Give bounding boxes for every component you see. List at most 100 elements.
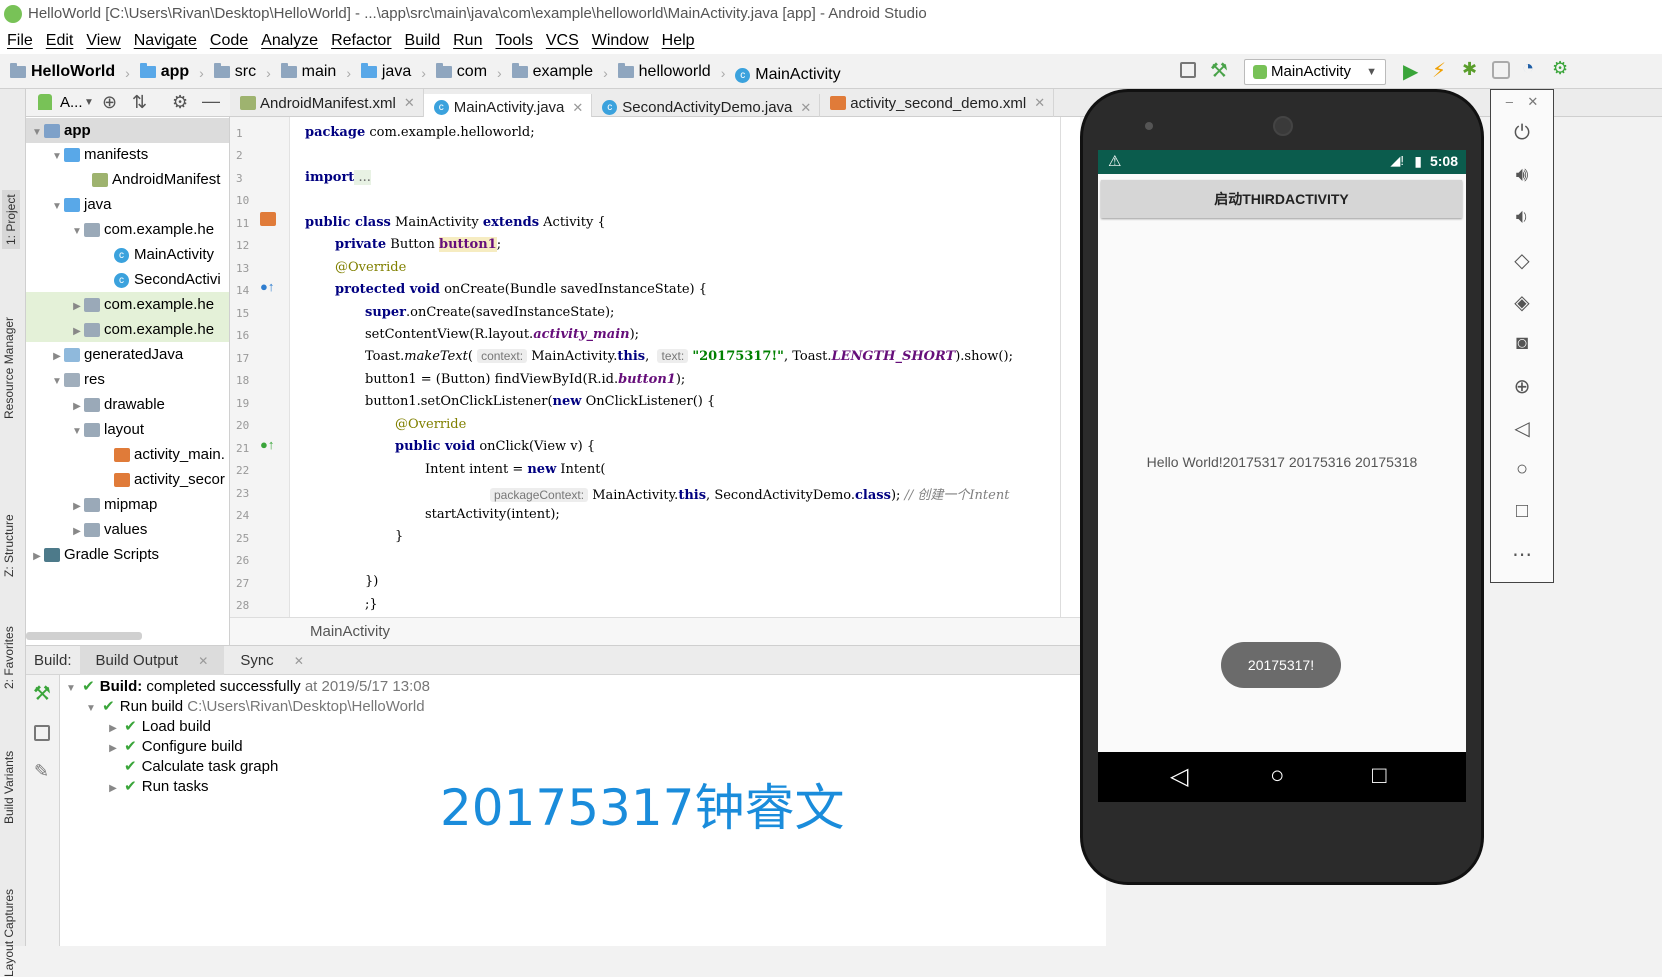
- tab-build-variants[interactable]: Build Variants: [2, 751, 16, 824]
- build-row[interactable]: ▼ ✔ Build: completed successfully at 2019…: [64, 677, 430, 699]
- rotate-left-icon[interactable]: ◇: [1491, 248, 1553, 273]
- breadcrumb-app[interactable]: app: [139, 54, 189, 89]
- expand-arrow-icon[interactable]: ▼: [84, 699, 98, 719]
- run-configuration-dropdown[interactable]: MainActivity ▼: [1244, 59, 1386, 85]
- breadcrumb-example[interactable]: example: [511, 54, 593, 89]
- tab-build-output[interactable]: Build Output ✕: [79, 646, 225, 676]
- tree-item-gradle-scripts[interactable]: ▶ Gradle Scripts: [26, 542, 229, 567]
- tab-favorites[interactable]: 2: Favorites: [2, 626, 16, 689]
- menu-help[interactable]: Help: [655, 28, 701, 54]
- implement-marker-icon[interactable]: ●↑: [260, 437, 274, 452]
- zoom-icon[interactable]: ⊕: [1491, 374, 1553, 399]
- start-third-activity-button[interactable]: 启动THIRDACTIVITY: [1101, 180, 1462, 218]
- menu-build[interactable]: Build: [398, 28, 447, 54]
- toggle-view-icon[interactable]: [34, 725, 50, 741]
- tree-item-activity-second[interactable]: activity_secor: [26, 467, 229, 492]
- menu-tools[interactable]: Tools: [488, 28, 538, 54]
- tree-item-layout[interactable]: ▼ layout: [26, 417, 229, 442]
- breadcrumb-project[interactable]: HelloWorld: [10, 54, 115, 89]
- pin-icon[interactable]: ✎: [34, 761, 49, 782]
- build-row[interactable]: ▶ ✔ Run tasks: [106, 777, 208, 799]
- menu-edit[interactable]: Edit: [39, 28, 80, 54]
- menu-code[interactable]: Code: [203, 28, 254, 54]
- override-marker-icon[interactable]: ●↑: [260, 279, 274, 294]
- editor-breadcrumb[interactable]: MainActivity: [310, 623, 390, 640]
- tree-item-res[interactable]: ▼ res: [26, 367, 229, 392]
- breadcrumb-java[interactable]: java: [360, 54, 411, 89]
- horizontal-scrollbar[interactable]: [26, 632, 142, 640]
- breadcrumb-com[interactable]: com: [435, 54, 487, 89]
- home-icon[interactable]: ○: [1491, 458, 1553, 481]
- apply-changes-icon[interactable]: ⚡: [1432, 58, 1446, 83]
- expand-arrow-icon[interactable]: ▼: [70, 419, 84, 442]
- breadcrumb-helloworld[interactable]: helloworld: [617, 54, 711, 89]
- debug-icon[interactable]: ✱: [1462, 59, 1477, 80]
- tree-item-mipmap[interactable]: ▶ mipmap: [26, 492, 229, 517]
- rotate-right-icon[interactable]: ◈: [1491, 290, 1553, 315]
- expand-arrow-icon[interactable]: ▶: [70, 319, 84, 342]
- tree-item-mainactivity[interactable]: c MainActivity: [26, 242, 229, 267]
- camera-icon[interactable]: ◙: [1491, 332, 1553, 355]
- run-icon[interactable]: ▶: [1403, 59, 1418, 84]
- build-row[interactable]: ✔ Calculate task graph: [124, 757, 278, 777]
- expand-arrow-icon[interactable]: ▶: [50, 344, 64, 367]
- tab-layout-captures[interactable]: Layout Captures: [2, 889, 16, 977]
- minimize-close-icons[interactable]: – ✕: [1491, 94, 1553, 110]
- tree-item-app[interactable]: ▼ app: [26, 118, 229, 143]
- tree-item-secondactivity[interactable]: c SecondActivi: [26, 267, 229, 292]
- hammer-icon[interactable]: ⚒: [33, 681, 51, 706]
- menu-navigate[interactable]: Navigate: [127, 28, 203, 54]
- tree-item-package-androidtest[interactable]: ▶ com.example.he: [26, 292, 229, 317]
- tree-item-androidmanifest[interactable]: AndroidManifest: [26, 167, 229, 192]
- expand-arrow-icon[interactable]: ▶: [106, 739, 120, 759]
- menu-run[interactable]: Run: [446, 28, 488, 54]
- expand-arrow-icon[interactable]: ▶: [30, 544, 44, 567]
- gear-icon[interactable]: ⚙: [172, 92, 188, 113]
- build-row[interactable]: ▼ ✔ Run build C:\Users\Rivan\Desktop\Hell…: [84, 697, 425, 719]
- menu-vcs[interactable]: VCS: [539, 28, 585, 54]
- tree-item-drawable[interactable]: ▶ drawable: [26, 392, 229, 417]
- expand-arrow-icon[interactable]: ▼: [50, 144, 64, 167]
- close-icon[interactable]: ✕: [190, 646, 216, 676]
- close-icon[interactable]: ✕: [1034, 95, 1045, 111]
- tab-structure[interactable]: Z: Structure: [2, 514, 16, 577]
- menu-view[interactable]: View: [79, 28, 126, 54]
- expand-arrow-icon[interactable]: ▼: [50, 194, 64, 217]
- close-icon[interactable]: ✕: [286, 646, 312, 676]
- power-icon[interactable]: ⏻: [1491, 122, 1553, 145]
- volume-up-icon[interactable]: 🔊︎: [1491, 164, 1553, 187]
- project-view-selector[interactable]: A...: [60, 94, 83, 111]
- expand-arrow-icon[interactable]: ▼: [50, 369, 64, 392]
- menu-refactor[interactable]: Refactor: [324, 28, 397, 54]
- volume-down-icon[interactable]: 🔉︎: [1491, 206, 1553, 229]
- xml-layout-gutter-icon[interactable]: [260, 212, 276, 226]
- breadcrumb-mainactivity[interactable]: c MainActivity: [735, 58, 841, 93]
- menu-file[interactable]: File: [0, 28, 39, 54]
- collapse-all-icon[interactable]: ⇅: [132, 92, 147, 113]
- overview-icon[interactable]: □: [1491, 500, 1553, 523]
- menu-window[interactable]: Window: [585, 28, 655, 54]
- tree-item-generatedjava[interactable]: ▶ generatedJava: [26, 342, 229, 367]
- tree-item-package-test[interactable]: ▶ com.example.he: [26, 317, 229, 342]
- expand-arrow-icon[interactable]: ▶: [70, 394, 84, 417]
- overview-icon[interactable]: □: [1372, 762, 1387, 790]
- build-row[interactable]: ▶ ✔ Configure build: [106, 737, 243, 759]
- tab-project[interactable]: 1: Project: [2, 190, 20, 249]
- expand-arrow-icon[interactable]: ▶: [70, 494, 84, 517]
- chevron-down-icon[interactable]: ▼: [84, 97, 94, 108]
- close-icon[interactable]: ✕: [404, 95, 415, 111]
- close-icon[interactable]: ✕: [572, 100, 583, 116]
- attach-debugger-icon[interactable]: [1492, 61, 1510, 79]
- menu-analyze[interactable]: Analyze: [254, 28, 324, 54]
- home-icon[interactable]: ○: [1270, 762, 1285, 790]
- tab-androidmanifest[interactable]: AndroidManifest.xml ✕: [230, 89, 424, 117]
- layout-inspector-icon[interactable]: [1180, 62, 1196, 78]
- tab-activity-second-demo-xml[interactable]: activity_second_demo.xml ✕: [820, 89, 1055, 117]
- back-icon[interactable]: ◁: [1491, 416, 1553, 441]
- sdk-manager-icon[interactable]: ⚙: [1552, 58, 1568, 79]
- code-editor[interactable]: package com.example.helloworld; import .…: [290, 117, 1080, 617]
- expand-arrow-icon[interactable]: ▼: [70, 219, 84, 242]
- expand-arrow-icon[interactable]: ▶: [70, 294, 84, 317]
- tree-item-manifests[interactable]: ▼ manifests: [26, 142, 229, 167]
- expand-arrow-icon[interactable]: ▶: [106, 779, 120, 799]
